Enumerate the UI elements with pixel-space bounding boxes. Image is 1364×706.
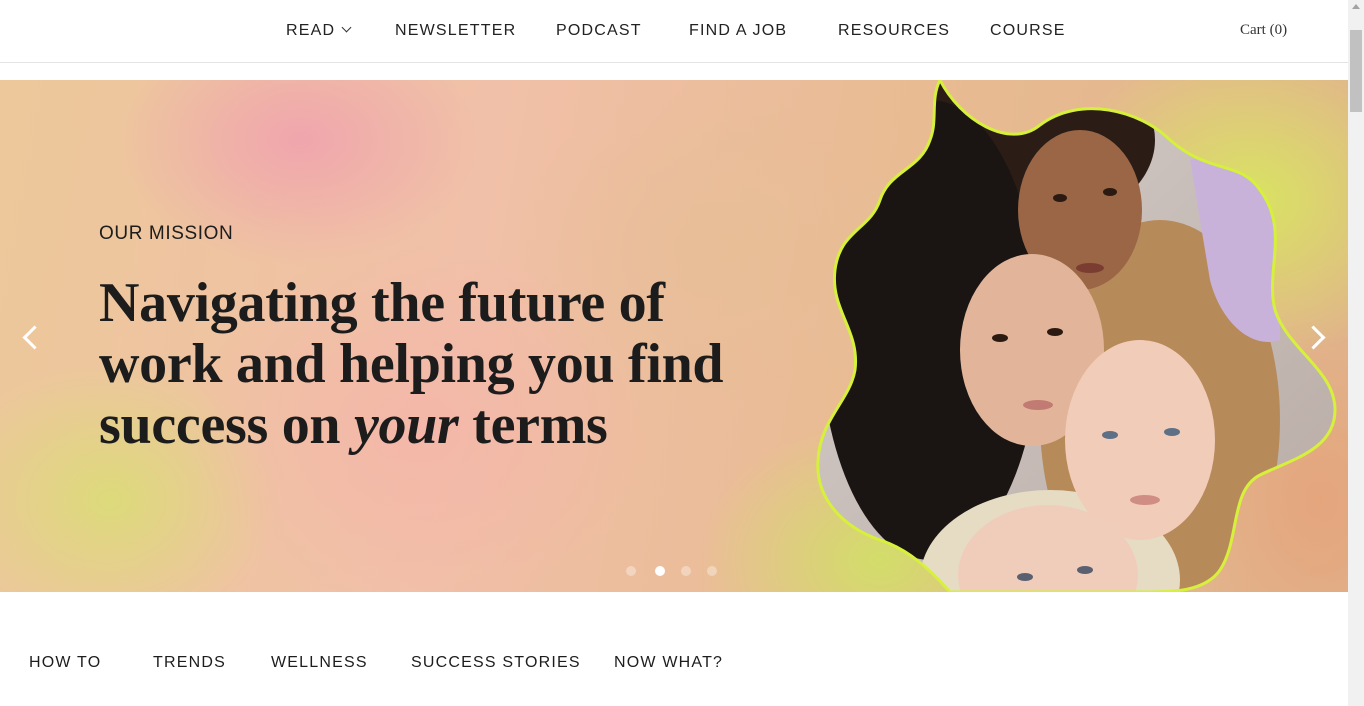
category-now-what[interactable]: NOW WHAT? — [614, 654, 723, 672]
carousel-dot-1[interactable] — [626, 566, 636, 576]
carousel-next-button[interactable] — [1305, 326, 1327, 348]
hero-photo — [810, 80, 1348, 592]
category-menu: HOW TO TRENDS WELLNESS SUCCESS STORIES N… — [0, 640, 1348, 690]
scroll-up-arrow-icon[interactable] — [1352, 4, 1360, 9]
nav-item-course[interactable]: COURSE — [990, 22, 1066, 40]
nav-item-find-a-job[interactable]: FIND A JOB — [689, 22, 787, 40]
top-navigation: READ NEWSLETTER PODCAST FIND A JOB RESOU… — [0, 0, 1348, 63]
hero-headline-emphasis: your — [353, 394, 459, 456]
nav-item-resources[interactable]: RESOURCES — [838, 22, 950, 40]
page-scrollbar[interactable] — [1348, 0, 1364, 706]
category-trends[interactable]: TRENDS — [153, 654, 226, 672]
wavy-photo-frame — [816, 80, 1337, 592]
hero-carousel: OUR MISSION Navigating the future of wor… — [0, 80, 1348, 592]
category-wellness[interactable]: WELLNESS — [271, 654, 368, 672]
nav-item-podcast[interactable]: PODCAST — [556, 22, 642, 40]
carousel-dot-3[interactable] — [681, 566, 691, 576]
nav-item-newsletter[interactable]: NEWSLETTER — [395, 22, 516, 40]
carousel-dot-4[interactable] — [707, 566, 717, 576]
category-how-to[interactable]: HOW TO — [29, 654, 101, 672]
hero-headline: Navigating the future of work and helpin… — [99, 273, 739, 456]
carousel-dot-2[interactable] — [655, 566, 665, 576]
scrollbar-thumb[interactable] — [1350, 30, 1362, 112]
cart-link[interactable]: Cart (0) — [1240, 22, 1287, 39]
main-menu: READ NEWSLETTER PODCAST FIND A JOB RESOU… — [0, 0, 1348, 63]
nav-item-read-label: READ — [286, 22, 336, 39]
carousel-prev-button[interactable] — [18, 326, 40, 348]
chevron-down-icon — [341, 22, 352, 33]
hero-headline-end: terms — [458, 394, 608, 456]
nav-item-read[interactable]: READ — [286, 22, 352, 40]
hero-eyebrow: OUR MISSION — [99, 223, 234, 244]
category-success-stories[interactable]: SUCCESS STORIES — [411, 654, 581, 672]
